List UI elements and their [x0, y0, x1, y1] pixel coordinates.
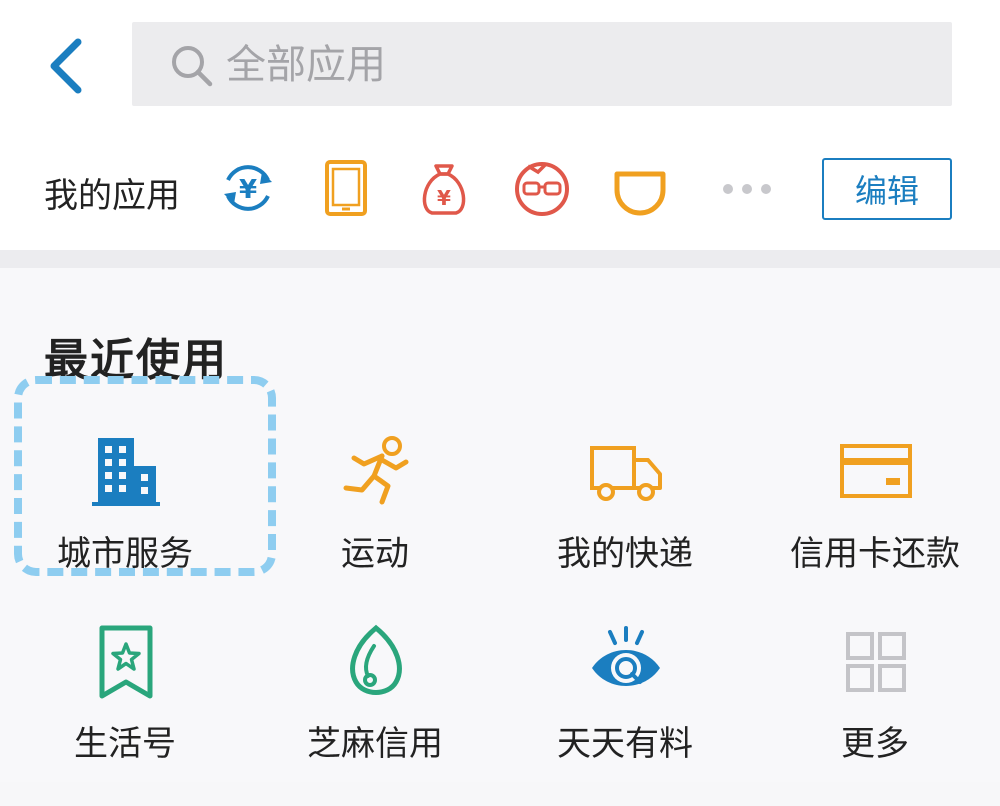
app-tile-life-account[interactable]: 生活号: [0, 616, 250, 806]
app-tile-label: 信用卡还款: [790, 534, 960, 574]
app-tile-label: 生活号: [74, 724, 176, 764]
section-divider: [0, 250, 1000, 268]
more-dots-icon: [723, 184, 771, 194]
recent-title: 最近使用: [44, 335, 228, 386]
app-tile-label: 天天有料: [557, 724, 693, 764]
app-tile-city-service[interactable]: 城市服务: [0, 426, 250, 616]
app-tile-credit-card-repay[interactable]: 信用卡还款: [750, 426, 1000, 616]
app-tile-label: 更多: [841, 724, 909, 764]
app-tile-sports[interactable]: 运动: [250, 426, 500, 616]
credit-card-icon: [840, 444, 912, 498]
tablet-icon[interactable]: [316, 158, 376, 218]
search-bar[interactable]: [132, 22, 952, 106]
app-tile-my-express[interactable]: 我的快递: [500, 426, 750, 616]
app-tile-sesame-credit[interactable]: 芝麻信用: [250, 616, 500, 806]
app-tile-label: 我的快递: [557, 534, 693, 574]
my-apps-bar: 我的应用 ¥ ¥ 编辑: [0, 128, 1000, 250]
didi-icon[interactable]: [610, 158, 670, 218]
glasses-face-icon[interactable]: [512, 158, 572, 218]
money-bag-icon[interactable]: ¥: [414, 158, 474, 218]
top-bar: [0, 0, 1000, 128]
city-building-icon: [92, 438, 160, 506]
eye-icon: [592, 626, 660, 686]
svg-text:¥: ¥: [239, 175, 257, 205]
search-icon: [172, 46, 213, 87]
bookmark-star-icon: [99, 625, 153, 699]
svg-text:¥: ¥: [437, 186, 451, 210]
app-tile-more[interactable]: 更多: [750, 616, 1000, 806]
sesame-seed-icon: [350, 624, 402, 695]
grid-more-icon: [846, 632, 906, 692]
app-tile-label: 芝麻信用: [307, 724, 443, 764]
back-button[interactable]: [40, 36, 96, 96]
exchange-yuan-icon[interactable]: ¥: [218, 158, 278, 218]
my-apps-label: 我的应用: [44, 176, 180, 216]
delivery-truck-icon: [590, 446, 662, 501]
edit-button[interactable]: 编辑: [822, 158, 952, 220]
app-tile-label: 城市服务: [57, 534, 193, 574]
app-tile-label: 运动: [341, 534, 409, 574]
app-tile-daily-news[interactable]: 天天有料: [500, 616, 750, 806]
running-man-icon: [343, 436, 409, 505]
chevron-left-icon: [50, 38, 82, 94]
recent-section: 最近使用 城市服务 运动 我的快递 信用卡还款 生活号 芝麻信用 天天有料 更多: [0, 268, 1000, 782]
search-input[interactable]: [224, 36, 928, 94]
